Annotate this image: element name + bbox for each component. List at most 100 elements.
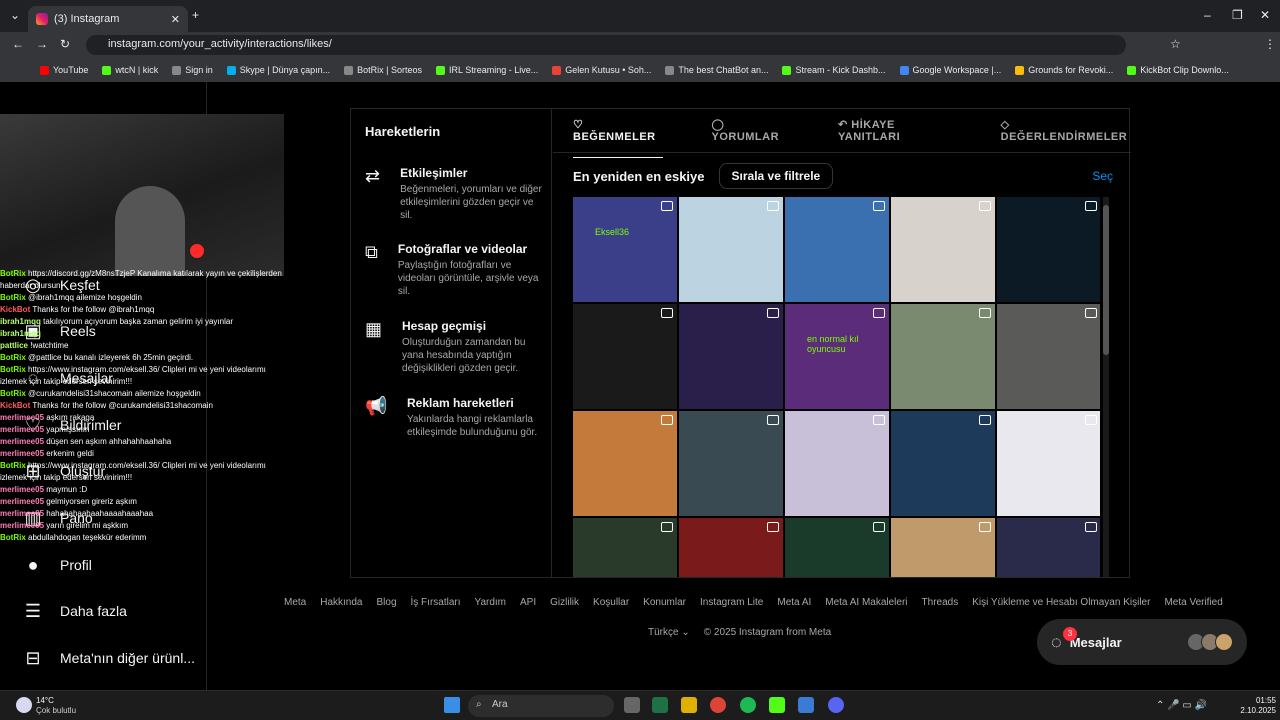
footer-link[interactable]: Meta AI Makaleleri xyxy=(825,597,907,608)
url-input[interactable]: instagram.com/your_activity/interactions… xyxy=(86,35,1126,55)
footer-link[interactable]: Koşullar xyxy=(593,597,629,608)
scrollbar-thumb[interactable] xyxy=(1103,205,1109,355)
bookmark-star-icon[interactable]: ☆ xyxy=(1170,37,1181,51)
weather-widget[interactable]: 14°C Çok bulutlu xyxy=(36,696,76,716)
reload-icon[interactable]: ↻ xyxy=(60,37,70,51)
liked-post-tile[interactable] xyxy=(997,304,1100,409)
browser-tab-bar: ⌄ (3) Instagram ✕ + – ❐ ✕ xyxy=(0,0,1280,32)
liked-post-tile[interactable] xyxy=(891,304,995,409)
liked-post-tile[interactable] xyxy=(679,411,783,516)
bookmark-item[interactable]: BotRix | Sorteos xyxy=(344,65,422,75)
tab-likes[interactable]: ♡ BEĞENMELER xyxy=(573,104,664,158)
footer-link[interactable]: Yardım xyxy=(475,597,507,608)
forward-icon[interactable]: → xyxy=(36,37,48,51)
close-window-icon[interactable]: ✕ xyxy=(1260,8,1270,22)
section-ad-activity[interactable]: 📢 Reklam hareketleri Yakınlarda hangi rek… xyxy=(365,396,545,439)
back-icon[interactable]: ← xyxy=(12,37,24,51)
discord-icon[interactable] xyxy=(828,697,844,713)
bookmark-item[interactable]: The best ChatBot an... xyxy=(665,65,768,75)
liked-post-tile[interactable] xyxy=(573,411,677,516)
chat-message: BotRix @curukamdelisi31shacomain ailemiz… xyxy=(0,389,201,398)
liked-post-tile[interactable] xyxy=(573,304,677,409)
liked-post-tile[interactable] xyxy=(891,197,995,302)
language-select[interactable]: Türkçe ⌄ xyxy=(648,627,690,638)
tab-list-icon[interactable]: ⌄ xyxy=(10,8,20,22)
nav-more[interactable]: ☰ Daha fazla xyxy=(22,600,127,622)
footer-link[interactable]: Blog xyxy=(376,597,396,608)
bookmark-item[interactable]: Google Workspace |... xyxy=(899,65,1001,75)
liked-post-tile[interactable]: Eksell36 xyxy=(573,197,677,302)
footer-link[interactable]: Meta xyxy=(284,597,306,608)
footer-link[interactable]: Meta AI xyxy=(777,597,811,608)
instagram-favicon-icon xyxy=(36,13,48,25)
liked-post-tile[interactable] xyxy=(679,304,783,409)
messages-label: Mesajlar xyxy=(1069,634,1122,650)
tab-comments[interactable]: ◯ YORUMLAR xyxy=(711,118,789,143)
kick-icon[interactable] xyxy=(769,697,785,713)
taskbar-search[interactable]: Ara xyxy=(468,695,614,717)
liked-post-tile[interactable] xyxy=(573,518,677,577)
messages-button[interactable]: ◌ Mesajlar xyxy=(1037,619,1247,665)
footer-link[interactable]: Threads xyxy=(922,597,959,608)
footer-link[interactable]: Instagram Lite xyxy=(700,597,763,608)
select-button[interactable]: Seç xyxy=(1092,169,1113,183)
clock[interactable]: 01:55 2.10.2025 xyxy=(1236,696,1276,716)
tray-icons[interactable]: ⌃ 🎤 ▭ 🔊 xyxy=(1156,700,1207,711)
new-tab-icon[interactable]: + xyxy=(192,8,199,22)
liked-post-tile[interactable] xyxy=(891,411,995,516)
liked-post-tile[interactable] xyxy=(785,197,889,302)
app-icon[interactable] xyxy=(798,697,814,713)
liked-post-tile[interactable] xyxy=(997,518,1100,577)
reel-icon xyxy=(661,522,673,532)
bookmark-item[interactable]: Grounds for Revoki... xyxy=(1015,65,1113,75)
tab-reviews[interactable]: ◇ DEĞERLENDİRMELER xyxy=(1001,118,1131,143)
section-photos-videos[interactable]: ⧉ Fotoğraflar ve videolar Paylaştığın fot… xyxy=(365,242,545,298)
likes-grid: Eksell36 en normal kıl oyuncusu xyxy=(573,197,1100,577)
bookmark-item[interactable]: Skype | Dünya çapın... xyxy=(226,65,330,75)
bookmark-item[interactable]: Gelen Kutusu • Soh... xyxy=(552,65,651,75)
bookmark-item[interactable]: KickBot Clip Downlo... xyxy=(1127,65,1229,75)
close-tab-icon[interactable]: ✕ xyxy=(171,13,180,26)
browser-tab[interactable]: (3) Instagram ✕ xyxy=(28,6,188,32)
start-icon[interactable] xyxy=(444,697,460,713)
section-interactions[interactable]: ⇄ Etkileşimler Beğenmeleri, yorumları ve … xyxy=(365,166,545,222)
liked-post-tile[interactable] xyxy=(785,518,889,577)
reel-icon xyxy=(873,522,885,532)
liked-post-tile[interactable] xyxy=(891,518,995,577)
bookmark-item[interactable]: Sign in xyxy=(172,65,213,75)
chrome-icon[interactable] xyxy=(710,697,726,713)
excel-icon[interactable] xyxy=(652,697,668,713)
footer-link[interactable]: Meta Verified xyxy=(1164,597,1222,608)
file-explorer-icon[interactable] xyxy=(681,697,697,713)
footer-link[interactable]: Gizlilik xyxy=(550,597,579,608)
footer-link[interactable]: Konumlar xyxy=(643,597,686,608)
maximize-icon[interactable]: ❐ xyxy=(1232,8,1243,22)
chat-message: ibrah1mqq xyxy=(0,329,41,338)
windows-taskbar xyxy=(0,690,1280,720)
bookmark-item[interactable]: YouTube xyxy=(40,65,88,75)
footer-link[interactable]: API xyxy=(520,597,536,608)
footer-link[interactable]: İş Fırsatları xyxy=(411,597,461,608)
footer-link[interactable]: Hakkında xyxy=(320,597,362,608)
liked-post-tile[interactable] xyxy=(679,197,783,302)
liked-post-tile[interactable] xyxy=(679,518,783,577)
liked-post-tile[interactable]: en normal kıl oyuncusu xyxy=(785,304,889,409)
footer-link[interactable]: Kişi Yükleme ve Hesabı Olmayan Kişiler xyxy=(972,597,1150,608)
weather-icon xyxy=(16,697,32,713)
liked-post-tile[interactable] xyxy=(997,197,1100,302)
chat-message: merlimee05 maymun :D xyxy=(0,485,88,494)
browser-menu-icon[interactable]: ⋮ xyxy=(1264,37,1276,51)
liked-post-tile[interactable] xyxy=(785,411,889,516)
nav-meta-apps[interactable]: ⊟ Meta'nın diğer ürünl... xyxy=(22,647,195,669)
sort-filter-button[interactable]: Sırala ve filtrele xyxy=(718,163,834,189)
chat-message: BotRix https://www.instagram.com/eksell.… xyxy=(0,365,266,386)
task-view-icon[interactable] xyxy=(624,697,640,713)
bookmark-item[interactable]: wtcN | kick xyxy=(102,65,158,75)
bookmark-item[interactable]: IRL Streaming - Live... xyxy=(436,65,538,75)
minimize-icon[interactable]: – xyxy=(1204,8,1211,22)
section-account-history[interactable]: ▦ Hesap geçmişi Oluşturduğun zamandan bu … xyxy=(365,319,545,375)
tab-story-replies[interactable]: ↶ HİKAYE YANITLARI xyxy=(838,118,953,143)
spotify-icon[interactable] xyxy=(740,697,756,713)
liked-post-tile[interactable] xyxy=(997,411,1100,516)
bookmark-item[interactable]: Stream - Kick Dashb... xyxy=(782,65,886,75)
